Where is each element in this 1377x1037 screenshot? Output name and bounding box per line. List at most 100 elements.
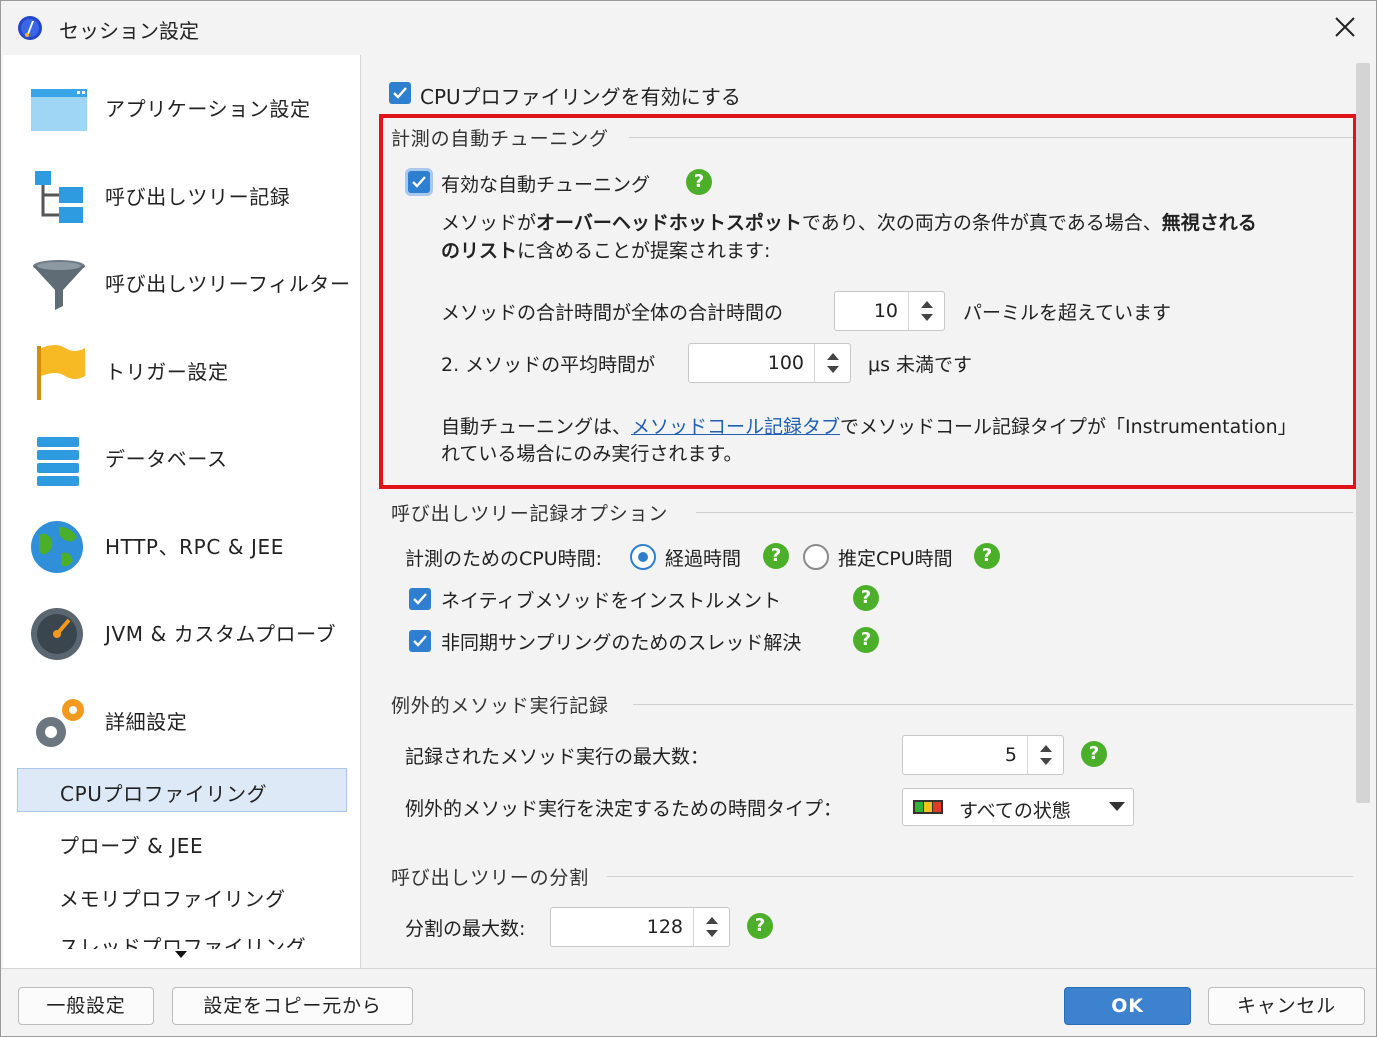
help-icon[interactable]: ? [853, 627, 879, 653]
condition2-label: 2. メソッドの平均時間が [441, 354, 656, 376]
sidebar-item-jvm-custom-probes[interactable]: JVM & カスタムプローブ [3, 590, 359, 676]
funnel-icon [33, 260, 85, 310]
section-divider [629, 137, 1353, 138]
globe-icon [31, 521, 83, 573]
spinner-arrows[interactable] [693, 908, 729, 946]
autotune-description-line2: のリストに含めることが提案されます: [441, 240, 771, 262]
instrument-native-methods-label: ネイティブメソッドをインストルメント [441, 590, 782, 612]
condition2-suffix: μs 未満です [868, 354, 973, 376]
spinner-value: 5 [1004, 744, 1017, 766]
autotune-note-line1: 自動チューニングは、メソッドコール記録タブでメソッドコール記録タイプが「Inst… [441, 416, 1297, 438]
sidebar-subitem-label: CPUプロファイリング [60, 782, 268, 806]
estimated-cpu-time-label: 推定CPU時間 [838, 548, 953, 570]
gauge-icon [31, 608, 83, 660]
time-type-label: 例外的メソッド実行を決定するための時間タイプ： [405, 798, 843, 820]
chevron-down-icon [1109, 802, 1125, 811]
close-icon [1335, 17, 1355, 37]
checkmark-icon [413, 593, 427, 605]
sidebar-subitem-memory-profiling[interactable]: メモリプロファイリング [17, 874, 347, 918]
help-icon[interactable]: ? [763, 543, 789, 569]
enable-cpu-profiling-label: CPUプロファイリングを有効にする [420, 85, 741, 109]
max-recorded-runs-spinner[interactable]: 5 [902, 735, 1064, 775]
calltree-section-title: 呼び出しツリー記録オプション [391, 503, 669, 525]
sidebar-item-label: 呼び出しツリーフィルター [105, 272, 351, 296]
spinner-arrows[interactable] [908, 292, 944, 330]
enable-cpu-profiling-checkbox[interactable] [389, 82, 411, 104]
condition1-suffix: パーミルを超えています [963, 302, 1172, 324]
checkmark-icon [413, 635, 427, 647]
cancel-button[interactable]: キャンセル [1208, 987, 1365, 1025]
sidebar-subitem-probes-jee[interactable]: プローブ & JEE [17, 821, 347, 865]
up-down-arrows-icon [827, 353, 839, 373]
sidebar-item-label: HTTP、RPC & JEE [105, 535, 284, 559]
sidebar-subitem-label: プローブ & JEE [59, 834, 204, 858]
autotune-note-line2: れている場合にのみ実行されます。 [441, 443, 743, 465]
section-divider [607, 876, 1353, 877]
sidebar-subitem-thread-profiling[interactable]: スレッドプロファイリング [17, 925, 347, 949]
database-icon [37, 437, 79, 486]
close-button[interactable] [1322, 5, 1368, 49]
sidebar-item-call-tree-filter[interactable]: 呼び出しツリーフィルター [3, 240, 359, 326]
sidebar-item-databases[interactable]: データベース [3, 415, 359, 501]
help-icon[interactable]: ? [1081, 741, 1107, 767]
thread-resolution-label: 非同期サンプリングのためのスレッド解決 [441, 632, 802, 654]
condition1-label: メソッドの合計時間が全体の合計時間の [441, 302, 784, 324]
max-recorded-runs-label: 記録されたメソッド実行の最大数： [405, 746, 710, 768]
application-window-icon [31, 89, 87, 131]
time-type-dropdown[interactable]: すべての状態 [902, 788, 1134, 826]
app-logo-icon [18, 16, 42, 40]
help-icon[interactable]: ? [974, 543, 1000, 569]
gears-icon [36, 699, 84, 747]
sidebar-item-http-rpc-jee[interactable]: HTTP、RPC & JEE [3, 503, 359, 589]
cpu-time-label: 計測のためのCPU時間: [405, 548, 603, 570]
section-divider [633, 704, 1353, 705]
sidebar-item-label: JVM & カスタムプローブ [105, 622, 337, 646]
sidebar-item-trigger-settings[interactable]: トリガー設定 [3, 328, 359, 414]
sidebar-item-label: データベース [105, 447, 228, 471]
help-icon[interactable]: ? [853, 585, 879, 611]
spinner-arrows[interactable] [1027, 736, 1063, 774]
max-splits-label: 分割の最大数: [405, 918, 526, 940]
condition1-permille-spinner[interactable]: 10 [834, 291, 945, 331]
instrument-native-methods-checkbox[interactable] [409, 588, 431, 610]
help-icon[interactable]: ? [686, 169, 712, 195]
spinner-arrows[interactable] [814, 344, 850, 382]
spinner-value: 100 [767, 352, 804, 374]
thread-resolution-checkbox[interactable] [409, 630, 431, 652]
section-divider [696, 512, 1353, 513]
copy-settings-button[interactable]: 設定をコピー元から [172, 987, 413, 1025]
title-bar: セッション設定 [1, 1, 1376, 55]
method-call-recording-tab-link[interactable]: メソッドコール記録タブ [631, 416, 840, 438]
help-icon[interactable]: ? [747, 913, 773, 939]
window-title: セッション設定 [59, 19, 199, 43]
thread-states-icon [913, 800, 943, 814]
sidebar-item-application-settings[interactable]: アプリケーション設定 [3, 65, 359, 151]
call-tree-icon [35, 171, 83, 223]
ok-button[interactable]: OK [1064, 987, 1191, 1025]
elapsed-time-label: 経過時間 [665, 548, 742, 570]
content-scrollbar[interactable] [1356, 63, 1370, 803]
sidebar-item-label: 詳細設定 [105, 710, 188, 734]
settings-sidebar: アプリケーション設定 呼び出しツリー記録 呼び出しツリーフィルター トリガー設定… [3, 55, 361, 968]
enable-autotune-checkbox[interactable] [408, 171, 430, 193]
split-section-title: 呼び出しツリーの分割 [391, 867, 590, 889]
sidebar-subitem-label: スレッドプロファイリング [59, 935, 307, 949]
estimated-cpu-time-radio[interactable] [803, 544, 829, 570]
up-down-arrows-icon [921, 301, 933, 321]
sidebar-item-label: アプリケーション設定 [105, 97, 311, 121]
sidebar-item-call-tree-recording[interactable]: 呼び出しツリー記録 [3, 153, 359, 239]
scroll-down-arrow-icon[interactable] [175, 951, 187, 958]
up-down-arrows-icon [1040, 745, 1052, 765]
elapsed-time-radio[interactable] [630, 544, 656, 570]
sidebar-item-advanced-settings[interactable]: 詳細設定 [3, 678, 359, 764]
session-settings-dialog: セッション設定 アプリケーション設定 呼び出しツリー記録 呼び出しツリーフィルタ… [0, 0, 1377, 1037]
max-splits-spinner[interactable]: 128 [550, 907, 730, 947]
general-settings-button[interactable]: 一般設定 [18, 987, 154, 1025]
spinner-value: 10 [873, 300, 898, 322]
sidebar-subitem-cpu-profiling[interactable]: CPUプロファイリング [17, 768, 347, 812]
autotune-description-line1: メソッドがオーバーヘッドホットスポットであり、次の両方の条件が真である場合、無視… [441, 212, 1257, 234]
spinner-value: 128 [646, 916, 683, 938]
condition2-microseconds-spinner[interactable]: 100 [688, 343, 851, 383]
up-down-arrows-icon [706, 917, 718, 937]
time-type-selected-value: すべての状態 [959, 800, 1071, 822]
